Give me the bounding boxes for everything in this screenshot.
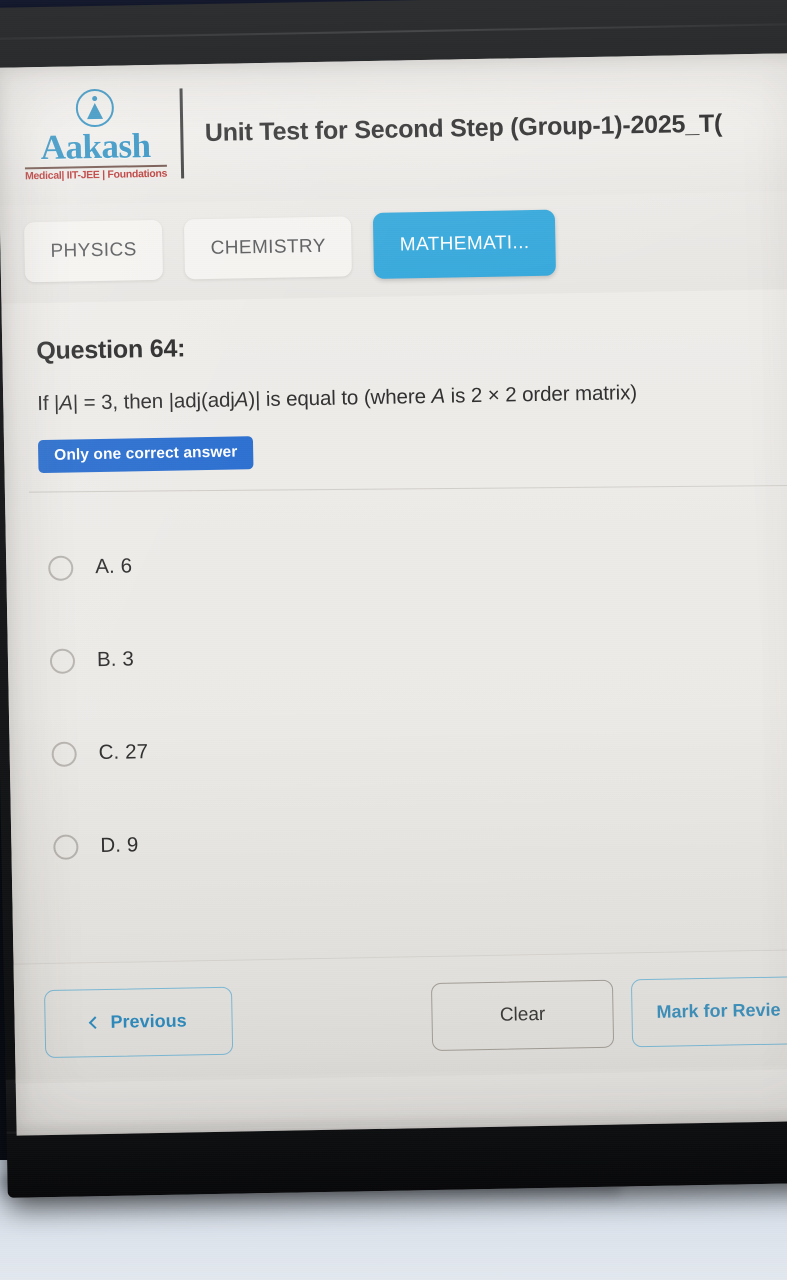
subject-tab-bar: PHYSICS CHEMISTRY MATHEMATI... bbox=[0, 190, 787, 304]
option-label-b: B. 3 bbox=[96, 647, 135, 672]
answer-type-badge: Only one correct answer bbox=[37, 435, 254, 473]
question-text-var-3: A bbox=[431, 384, 446, 408]
tab-physics[interactable]: PHYSICS bbox=[23, 219, 164, 283]
mark-for-review-button[interactable]: Mark for Revie bbox=[630, 975, 787, 1047]
question-text: If |A| = 3, then |adj(adjA)| is equal to… bbox=[37, 376, 787, 417]
logo-subtitle: Medical| IIT-JEE | Foundations bbox=[24, 167, 168, 183]
header-divider bbox=[179, 88, 184, 179]
question-text-var-2: A bbox=[234, 388, 249, 412]
aakash-circle-icon bbox=[75, 88, 115, 128]
options-list: A. 6 B. 3 C. 27 D. 9 bbox=[39, 508, 787, 894]
radio-icon-a[interactable] bbox=[48, 555, 74, 581]
previous-button[interactable]: Previous bbox=[43, 986, 234, 1058]
option-label-a: A. 6 bbox=[95, 554, 133, 579]
question-text-seg-4: is 2 × 2 order matrix) bbox=[444, 381, 638, 408]
previous-button-label: Previous bbox=[110, 1010, 187, 1032]
exam-title: Unit Test for Second Step (Group-1)-2025… bbox=[204, 109, 723, 147]
clear-button[interactable]: Clear bbox=[430, 979, 615, 1051]
option-label-c: C. 27 bbox=[98, 740, 149, 765]
option-d[interactable]: D. 9 bbox=[45, 787, 787, 894]
radio-icon-b[interactable] bbox=[49, 648, 76, 674]
tablet-top-bezel-seam bbox=[0, 22, 787, 40]
tablet-bottom-bezel bbox=[5, 1064, 787, 1198]
tablet-screen: Aakash Medical| IIT-JEE | Foundations Un… bbox=[0, 52, 787, 1136]
action-bar-spacer bbox=[233, 1017, 432, 1021]
question-divider bbox=[28, 484, 787, 493]
logo-wordmark: Aakash bbox=[40, 126, 151, 168]
chevron-left-icon bbox=[88, 1016, 102, 1030]
action-bar: Previous Clear Mark for Revie bbox=[13, 948, 787, 1084]
question-text-seg-1: If | bbox=[37, 391, 60, 416]
question-area: Question 64: If |A| = 3, then |adj(adjA)… bbox=[1, 288, 787, 964]
aakash-logo: Aakash Medical| IIT-JEE | Foundations bbox=[0, 88, 177, 183]
tab-chemistry[interactable]: CHEMISTRY bbox=[184, 216, 353, 280]
option-b[interactable]: B. 3 bbox=[41, 601, 787, 708]
question-text-seg-2: | = 3, then |adj(adj bbox=[72, 388, 235, 415]
tab-mathematics[interactable]: MATHEMATI... bbox=[373, 209, 557, 279]
option-label-d: D. 9 bbox=[100, 833, 139, 858]
question-number: Question 64: bbox=[36, 334, 186, 366]
option-a[interactable]: A. 6 bbox=[39, 508, 787, 615]
photo-scene: Aakash Medical| IIT-JEE | Foundations Un… bbox=[0, 0, 787, 1280]
question-text-var-1: A bbox=[59, 391, 74, 415]
app-header: Aakash Medical| IIT-JEE | Foundations Un… bbox=[0, 52, 787, 206]
tablet-device: Aakash Medical| IIT-JEE | Foundations Un… bbox=[0, 0, 787, 1198]
radio-icon-c[interactable] bbox=[51, 741, 77, 767]
radio-icon-d[interactable] bbox=[53, 834, 79, 860]
question-text-seg-3: )| is equal to (where bbox=[248, 384, 432, 412]
option-c[interactable]: C. 27 bbox=[43, 694, 787, 801]
